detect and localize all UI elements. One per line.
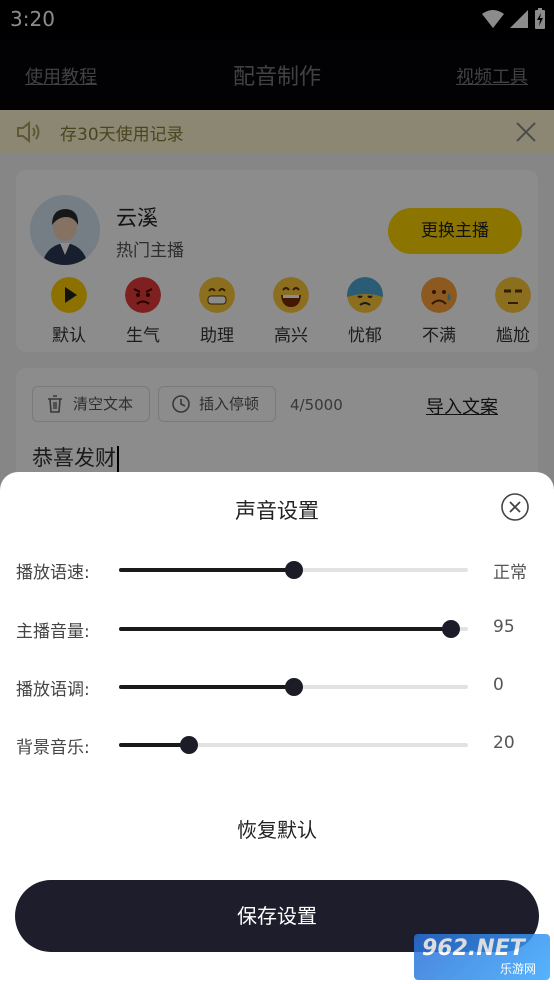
- reset-default-button[interactable]: 恢复默认: [0, 814, 554, 843]
- slider-fill: [119, 743, 189, 747]
- slider-fill: [119, 568, 294, 572]
- watermark-main-text: 962.NET: [422, 936, 525, 961]
- slider-thumb[interactable]: [284, 678, 303, 696]
- background-music-value: 20: [493, 733, 515, 753]
- slider-thumb[interactable]: [284, 561, 303, 579]
- background-music-label: 背景音乐:: [16, 738, 90, 758]
- playback-pitch-label: 播放语调:: [16, 680, 90, 700]
- background-music-slider[interactable]: [119, 736, 468, 754]
- slider-fill: [119, 627, 451, 631]
- playback-speed-label: 播放语速:: [16, 563, 90, 583]
- playback-pitch-slider[interactable]: [119, 678, 468, 696]
- playback-speed-slider[interactable]: [119, 561, 468, 579]
- anchor-volume-value: 95: [493, 617, 515, 637]
- playback-speed-value: 正常: [493, 563, 527, 583]
- playback-pitch-value: 0: [493, 675, 504, 695]
- slider-fill: [119, 685, 294, 689]
- anchor-volume-slider[interactable]: [119, 620, 468, 638]
- sheet-title: 声音设置: [235, 499, 319, 523]
- anchor-volume-label: 主播音量:: [16, 622, 90, 642]
- watermark-sub-text: 乐游网: [500, 962, 537, 976]
- slider-thumb[interactable]: [441, 620, 460, 638]
- watermark-logo: 962.NET 乐游网: [414, 934, 550, 980]
- background-music-row: 背景音乐: 20: [0, 725, 554, 765]
- slider-thumb[interactable]: [179, 736, 198, 754]
- playback-pitch-row: 播放语调: 0: [0, 667, 554, 707]
- anchor-volume-row: 主播音量: 95: [0, 609, 554, 649]
- playback-speed-row: 播放语速: 正常: [0, 550, 554, 590]
- close-circle-icon[interactable]: [500, 492, 530, 522]
- sound-settings-sheet: 声音设置 播放语速: 正常 主播音量: 95 播放语调: 0 背景音乐: 20 恢复默认 保存…: [0, 472, 554, 984]
